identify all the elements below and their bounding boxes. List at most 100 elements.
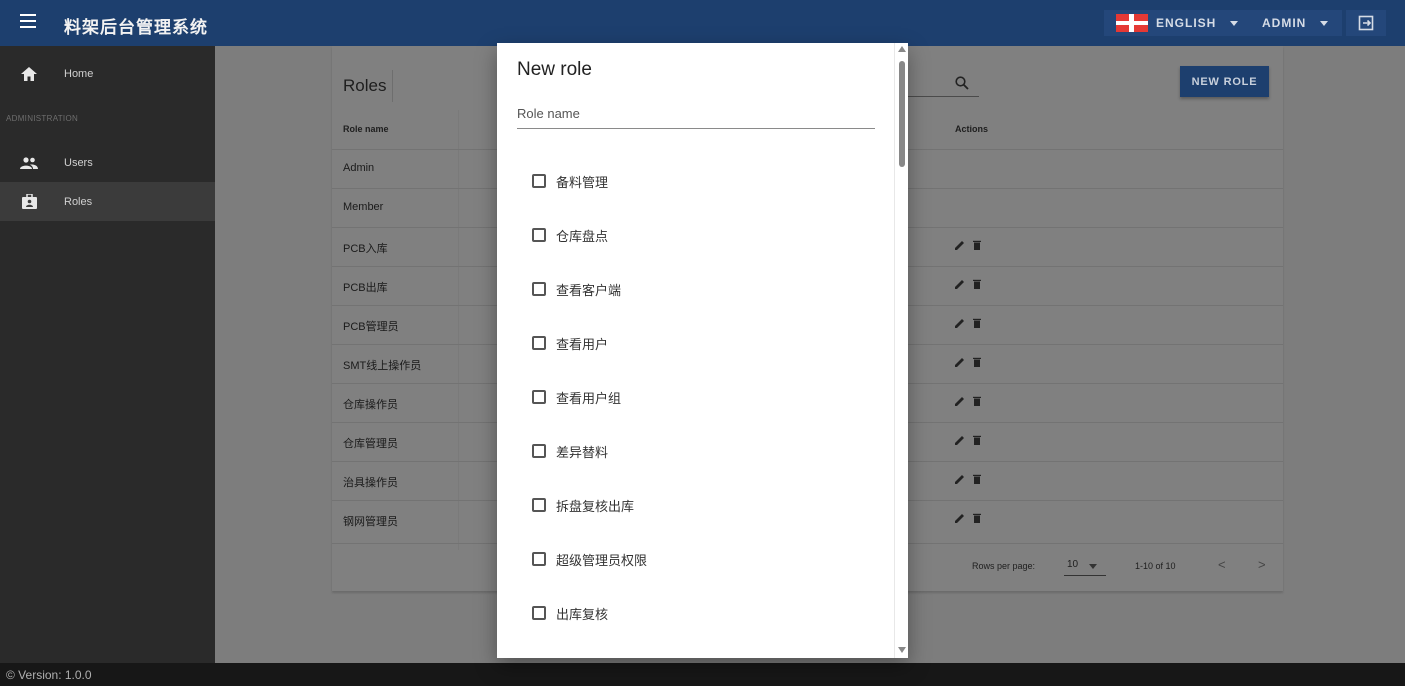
role-name-cell: PCB管理员 bbox=[343, 321, 399, 333]
caret-down-icon bbox=[1320, 20, 1329, 26]
section-label: ADMINISTRATION bbox=[6, 114, 79, 123]
delete-icon[interactable] bbox=[973, 513, 981, 523]
user-label: ADMIN bbox=[1262, 16, 1307, 30]
role-name-cell: 钢网管理员 bbox=[343, 516, 398, 528]
role-name-cell: 仓库管理员 bbox=[343, 438, 398, 450]
scrollbar-thumb[interactable] bbox=[899, 61, 905, 167]
checkbox-icon[interactable] bbox=[532, 552, 546, 566]
next-page-button[interactable]: > bbox=[1258, 557, 1266, 572]
scroll-up-icon[interactable] bbox=[898, 46, 906, 52]
permission-checkbox[interactable]: 超级管理员权限 bbox=[532, 549, 647, 569]
role-name-field bbox=[517, 101, 875, 129]
checkbox-icon[interactable] bbox=[532, 444, 546, 458]
app-title: 料架后台管理系统 bbox=[64, 18, 208, 37]
permission-label: 仓库盘点 bbox=[556, 228, 609, 244]
permission-label: 拆盘复核出库 bbox=[556, 498, 635, 514]
new-role-dialog: New role 备料管理 仓库盘点 查看客户端 查看用户 查看用户组 差异替料… bbox=[497, 43, 908, 658]
role-name-cell: PCB入库 bbox=[343, 243, 388, 255]
role-name-cell: 仓库操作员 bbox=[343, 399, 398, 411]
role-name-cell: 治具操作员 bbox=[343, 477, 398, 489]
sidebar-item-label: Users bbox=[64, 156, 93, 169]
edit-icon[interactable] bbox=[955, 357, 965, 367]
permission-checkbox[interactable]: 差异替料 bbox=[532, 441, 608, 461]
delete-icon[interactable] bbox=[973, 357, 981, 367]
delete-icon[interactable] bbox=[973, 318, 981, 328]
sidebar-item-users[interactable]: Users bbox=[0, 143, 215, 182]
search-input[interactable] bbox=[907, 96, 979, 97]
page-range: 1-10 of 10 bbox=[1135, 561, 1176, 571]
prev-page-button[interactable]: < bbox=[1218, 557, 1226, 572]
checkbox-icon[interactable] bbox=[532, 282, 546, 296]
caret-down-icon[interactable] bbox=[1089, 564, 1097, 569]
edit-icon[interactable] bbox=[955, 240, 965, 250]
permission-checkbox[interactable]: 查看用户 bbox=[532, 333, 608, 353]
rows-per-page-select[interactable]: 10 bbox=[1067, 559, 1078, 570]
scroll-down-icon[interactable] bbox=[898, 647, 906, 653]
checkbox-icon[interactable] bbox=[532, 228, 546, 242]
checkbox-icon[interactable] bbox=[532, 174, 546, 188]
home-icon bbox=[20, 65, 38, 83]
delete-icon[interactable] bbox=[973, 396, 981, 406]
edit-icon[interactable] bbox=[955, 474, 965, 484]
delete-icon[interactable] bbox=[973, 435, 981, 445]
language-label: ENGLISH bbox=[1156, 16, 1217, 30]
edit-icon[interactable] bbox=[955, 396, 965, 406]
user-menu[interactable]: ADMIN bbox=[1248, 10, 1343, 36]
edit-icon[interactable] bbox=[955, 513, 965, 523]
delete-icon[interactable] bbox=[973, 240, 981, 250]
permission-checkbox[interactable]: 查看用户组 bbox=[532, 387, 621, 407]
sidebar-item-label: Roles bbox=[64, 195, 93, 208]
sidebar: Home ADMINISTRATION Users Roles bbox=[0, 46, 215, 663]
app-bar: 料架后台管理系统 ENGLISH ADMIN bbox=[0, 0, 1405, 46]
users-icon bbox=[20, 154, 38, 172]
permission-checkbox[interactable]: 备料管理 bbox=[532, 171, 608, 191]
language-selector[interactable]: ENGLISH bbox=[1104, 10, 1251, 36]
search-icon[interactable] bbox=[955, 76, 969, 95]
role-name-cell: Member bbox=[343, 201, 384, 213]
permission-label: 备料管理 bbox=[556, 174, 609, 190]
caret-down-icon bbox=[1230, 20, 1239, 26]
permission-label: 查看用户 bbox=[556, 336, 609, 352]
permission-label: 差异替料 bbox=[556, 444, 609, 460]
permission-label: 超级管理员权限 bbox=[556, 552, 648, 568]
checkbox-icon[interactable] bbox=[532, 336, 546, 350]
permission-checkbox[interactable]: 出库复核 bbox=[532, 603, 608, 623]
role-name-input[interactable] bbox=[517, 101, 875, 121]
dialog-scrollbar[interactable] bbox=[894, 43, 908, 658]
checkbox-icon[interactable] bbox=[532, 390, 546, 404]
permission-label: 查看用户组 bbox=[556, 390, 622, 406]
delete-icon[interactable] bbox=[973, 279, 981, 289]
rows-per-page-label: Rows per page: bbox=[972, 561, 1036, 571]
permission-label: 出库复核 bbox=[556, 606, 609, 622]
select-underline bbox=[1064, 575, 1106, 576]
logout-icon bbox=[1358, 15, 1374, 31]
version-label: © Version: 1.0.0 bbox=[6, 668, 92, 682]
title-divider bbox=[392, 70, 393, 102]
role-name-cell: PCB出库 bbox=[343, 282, 388, 294]
permission-checkbox[interactable]: 仓库盘点 bbox=[532, 225, 608, 245]
menu-icon[interactable] bbox=[20, 14, 36, 28]
edit-icon[interactable] bbox=[955, 435, 965, 445]
edit-icon[interactable] bbox=[955, 279, 965, 289]
sidebar-item-roles[interactable]: Roles bbox=[0, 182, 215, 221]
role-name-cell: Admin bbox=[343, 162, 375, 174]
dialog-title: New role bbox=[517, 59, 592, 80]
england-flag-icon bbox=[1116, 14, 1148, 32]
permission-checkbox[interactable]: 查看客户端 bbox=[532, 279, 621, 299]
delete-icon[interactable] bbox=[973, 474, 981, 484]
permission-label: 查看客户端 bbox=[556, 282, 622, 298]
column-header-role-name: Role name bbox=[343, 124, 389, 134]
logout-button[interactable] bbox=[1346, 10, 1386, 36]
page-title: Roles bbox=[343, 76, 387, 95]
edit-icon[interactable] bbox=[955, 318, 965, 328]
new-role-button[interactable]: NEW ROLE bbox=[1180, 66, 1269, 97]
permission-checkbox[interactable]: 拆盘复核出库 bbox=[532, 495, 634, 515]
column-header-actions: Actions bbox=[955, 124, 989, 134]
checkbox-icon[interactable] bbox=[532, 498, 546, 512]
sidebar-item-home[interactable]: Home bbox=[0, 54, 215, 93]
briefcase-icon bbox=[20, 193, 38, 211]
role-name-cell: SMT线上操作员 bbox=[343, 360, 422, 372]
footer: © Version: 1.0.0 bbox=[0, 663, 1405, 686]
sidebar-item-label: Home bbox=[64, 67, 94, 80]
checkbox-icon[interactable] bbox=[532, 606, 546, 620]
